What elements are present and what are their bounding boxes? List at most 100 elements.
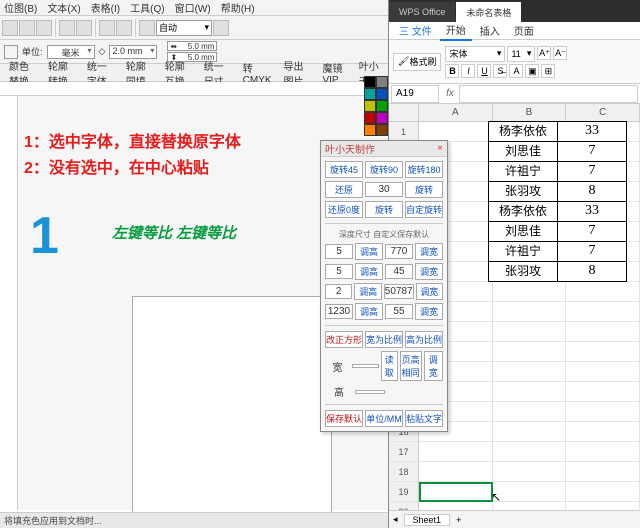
copy-icon[interactable] bbox=[59, 20, 75, 36]
val-2a[interactable]: 5 bbox=[325, 264, 353, 279]
adj-h-button-4[interactable]: 调高 bbox=[355, 303, 383, 320]
menu-bitmap[interactable]: 位图(B) bbox=[4, 0, 37, 15]
cell[interactable] bbox=[419, 462, 493, 482]
cell[interactable] bbox=[566, 402, 640, 422]
cell[interactable] bbox=[493, 382, 567, 402]
fill-color-icon[interactable]: ▣ bbox=[525, 64, 539, 78]
read-button[interactable]: 读取 bbox=[381, 351, 398, 381]
tool-dialog[interactable]: 叶小天制作 × 旋转45 旋转90 旋转180 还原 30 旋转 还原0度 旋转… bbox=[320, 140, 448, 432]
swatch-yellow[interactable] bbox=[364, 100, 376, 112]
data-name-cell[interactable]: 杨李依依 bbox=[488, 121, 558, 142]
cell[interactable] bbox=[566, 282, 640, 302]
sheet-nav-prev-icon[interactable]: ◂ bbox=[393, 514, 398, 525]
cell[interactable] bbox=[493, 302, 567, 322]
w-input[interactable] bbox=[352, 364, 379, 368]
val-3b[interactable]: 50787 bbox=[384, 284, 414, 299]
menu-text[interactable]: 文本(X) bbox=[47, 0, 80, 15]
units-select[interactable]: 毫米 bbox=[47, 45, 95, 59]
rotate-value-input[interactable]: 30 bbox=[365, 182, 403, 197]
options-icon[interactable] bbox=[213, 20, 229, 36]
data-name-cell[interactable]: 许祖宁 bbox=[488, 241, 558, 262]
auto-rotate-button[interactable]: 自定旋转 bbox=[405, 201, 443, 218]
data-value-cell[interactable]: 7 bbox=[557, 161, 627, 182]
adj-h-button[interactable]: 调高 bbox=[355, 243, 383, 260]
cell[interactable] bbox=[493, 362, 567, 382]
cell[interactable] bbox=[566, 382, 640, 402]
app-tab-doc[interactable]: 未命名表格 bbox=[456, 2, 521, 22]
adjw-button-5[interactable]: 调宽 bbox=[424, 351, 443, 381]
rotate-180-button[interactable]: 旋转180 bbox=[405, 161, 443, 178]
cell[interactable] bbox=[419, 122, 493, 142]
format-painter-button[interactable]: 🖌格式刷 bbox=[393, 53, 441, 71]
cell[interactable] bbox=[493, 442, 567, 462]
undo-icon[interactable] bbox=[99, 20, 115, 36]
ribbon-file[interactable]: 三 文件 bbox=[393, 21, 438, 40]
adj-h-button-2[interactable]: 调高 bbox=[355, 263, 383, 280]
adj-w-button[interactable]: 调宽 bbox=[415, 243, 443, 260]
paste-icon[interactable] bbox=[76, 20, 92, 36]
data-name-cell[interactable]: 刘思佳 bbox=[488, 221, 558, 242]
swatch-gray[interactable] bbox=[376, 76, 388, 88]
bold-icon[interactable]: B bbox=[445, 64, 459, 78]
cell[interactable] bbox=[566, 322, 640, 342]
formula-input[interactable] bbox=[459, 85, 638, 103]
adj-w-button-4[interactable]: 调宽 bbox=[415, 303, 443, 320]
italic-icon[interactable]: I bbox=[461, 64, 475, 78]
border-icon[interactable]: ⊞ bbox=[541, 64, 555, 78]
cell[interactable] bbox=[493, 402, 567, 422]
cell[interactable] bbox=[493, 482, 567, 502]
w-ratio-button[interactable]: 宽为比例 bbox=[365, 331, 403, 348]
dialog-titlebar[interactable]: 叶小天制作 × bbox=[321, 141, 447, 157]
fx-icon[interactable]: fx bbox=[441, 88, 459, 99]
change-dir-button[interactable]: 改正方形 bbox=[325, 331, 363, 348]
cell[interactable] bbox=[566, 442, 640, 462]
cell[interactable] bbox=[566, 422, 640, 442]
data-value-cell[interactable]: 8 bbox=[557, 261, 627, 282]
decrease-font-icon[interactable]: A⁻ bbox=[553, 46, 567, 60]
data-name-cell[interactable]: 刘思佳 bbox=[488, 141, 558, 162]
cell[interactable] bbox=[493, 282, 567, 302]
menu-window[interactable]: 窗口(W) bbox=[175, 0, 211, 15]
val-1b[interactable]: 770 bbox=[385, 244, 413, 259]
app-tab-wps[interactable]: WPS Office bbox=[389, 2, 455, 22]
strike-icon[interactable]: S̶ bbox=[493, 64, 507, 78]
data-name-cell[interactable]: 张羽攻 bbox=[488, 261, 558, 282]
cell[interactable] bbox=[493, 422, 567, 442]
adj-w-button-3[interactable]: 调宽 bbox=[416, 283, 443, 300]
adj-h-button-3[interactable]: 调高 bbox=[354, 283, 381, 300]
increase-font-icon[interactable]: A⁺ bbox=[537, 46, 551, 60]
open-icon[interactable] bbox=[19, 20, 35, 36]
adj-w-button-2[interactable]: 调宽 bbox=[415, 263, 443, 280]
row-header[interactable]: 17 bbox=[389, 442, 419, 462]
cell[interactable] bbox=[566, 462, 640, 482]
col-header-c[interactable]: C bbox=[566, 104, 640, 121]
swatch-orange[interactable] bbox=[364, 124, 376, 136]
swatch-cyan[interactable] bbox=[364, 88, 376, 100]
align-icon[interactable] bbox=[139, 20, 155, 36]
cell[interactable] bbox=[566, 302, 640, 322]
swatch-red[interactable] bbox=[364, 112, 376, 124]
font-color-icon[interactable]: A bbox=[509, 64, 523, 78]
menu-tools[interactable]: 工具(Q) bbox=[130, 0, 164, 15]
close-icon[interactable]: × bbox=[437, 143, 443, 154]
swatch-blue[interactable] bbox=[376, 88, 388, 100]
page-icon[interactable] bbox=[4, 45, 18, 59]
new-icon[interactable] bbox=[2, 20, 18, 36]
select-all-corner[interactable] bbox=[389, 104, 419, 121]
name-box[interactable]: A19 bbox=[391, 85, 439, 103]
data-value-cell[interactable]: 33 bbox=[557, 121, 627, 142]
menu-table[interactable]: 表格(I) bbox=[91, 0, 120, 15]
col-header-a[interactable]: A bbox=[419, 104, 493, 121]
row-header[interactable]: 18 bbox=[389, 462, 419, 482]
ribbon-insert[interactable]: 插入 bbox=[474, 21, 506, 40]
rotate-45-button[interactable]: 旋转45 bbox=[325, 161, 363, 178]
line-width-input[interactable]: 2.0 mm bbox=[109, 45, 157, 59]
val-4a[interactable]: 1230 bbox=[325, 304, 353, 319]
h-input[interactable] bbox=[355, 390, 385, 394]
data-value-cell[interactable]: 7 bbox=[557, 221, 627, 242]
add-sheet-icon[interactable]: + bbox=[456, 515, 461, 525]
data-name-cell[interactable]: 张羽攻 bbox=[488, 181, 558, 202]
barcode-button[interactable]: 页高相同 bbox=[400, 351, 422, 381]
col-header-b[interactable]: B bbox=[493, 104, 567, 121]
underline-icon[interactable]: U bbox=[477, 64, 491, 78]
